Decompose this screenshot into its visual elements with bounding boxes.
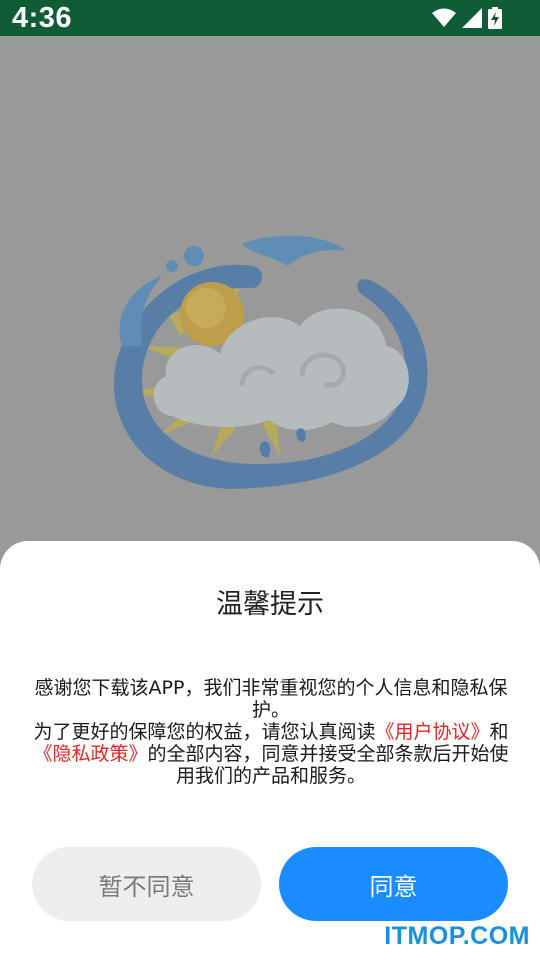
message-prefix: 为了更好的保障您的权益，请您认真阅读 xyxy=(33,721,376,743)
status-icons xyxy=(432,6,502,30)
sun-cloud-wave-logo xyxy=(102,226,442,506)
battery-charging-icon xyxy=(488,7,502,29)
wifi-icon xyxy=(432,8,456,28)
agree-button[interactable]: 同意 xyxy=(279,847,508,921)
message-suffix: 的全部内容，同意并接受全部条款后开始使用我们的产品和服务。 xyxy=(147,743,509,787)
message-paragraph-1: 感谢您下载该APP，我们非常重视您的个人信息和隐私保护。 xyxy=(34,677,508,721)
dialog-message: 感谢您下载该APP，我们非常重视您的个人信息和隐私保护。 为了更好的保障您的权益… xyxy=(28,677,514,787)
privacy-dialog: 温馨提示 感谢您下载该APP，我们非常重视您的个人信息和隐私保护。 为了更好的保… xyxy=(0,541,540,960)
privacy-policy-link[interactable]: 《隐私政策》 xyxy=(33,743,147,765)
signal-icon xyxy=(462,8,482,28)
dialog-title: 温馨提示 xyxy=(216,589,324,620)
decline-button[interactable]: 暂不同意 xyxy=(32,847,261,921)
and-text: 和 xyxy=(489,721,509,743)
status-bar: 4:36 xyxy=(0,0,540,36)
status-time: 4:36 xyxy=(12,2,73,34)
user-agreement-link[interactable]: 《用户协议》 xyxy=(375,721,489,743)
message-paragraph-2: 为了更好的保障您的权益，请您认真阅读《用户协议》和《隐私政策》的全部内容，同意并… xyxy=(28,721,514,787)
site-watermark: ITMOP.COM xyxy=(384,922,530,950)
